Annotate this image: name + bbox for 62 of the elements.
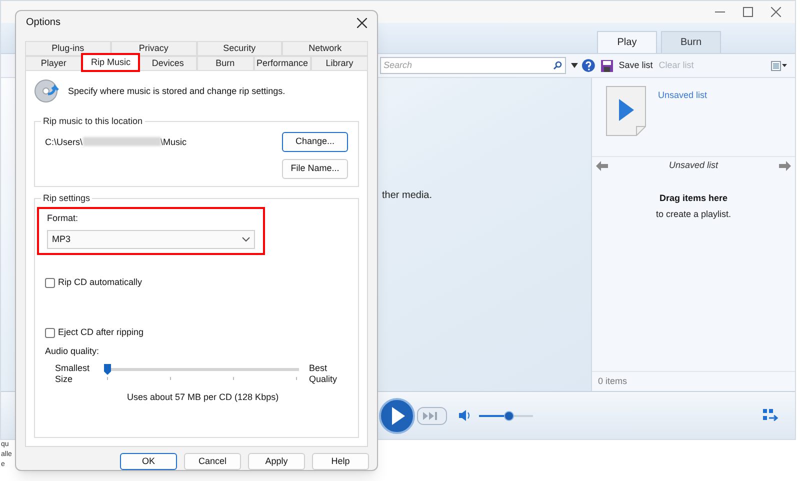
group-title: Rip settings [41, 192, 92, 206]
search-field[interactable]: Search [384, 58, 553, 72]
back-arrow-icon[interactable] [596, 160, 608, 170]
tab[interactable]: Privacy [110, 40, 196, 56]
dialog-button[interactable]: Cancel [184, 453, 241, 470]
close-icon[interactable] [357, 18, 367, 28]
play-button[interactable] [379, 398, 415, 434]
change-button[interactable]: Change... [282, 132, 348, 152]
dialog-button[interactable]: Help [312, 453, 369, 470]
tab[interactable]: Library [310, 56, 368, 71]
slider-max-label: Best Quality [308, 362, 338, 385]
checkbox-label: Rip CD automatically [58, 276, 142, 290]
info-text: ther media. [382, 190, 432, 201]
playlist-title: Unsaved list [668, 158, 720, 172]
quality-reading: Uses about 57 MB per CD (128 Kbps) [127, 390, 280, 404]
checkbox[interactable] [45, 328, 55, 338]
slider-thumb[interactable] [104, 364, 111, 375]
tab[interactable]: Player [25, 56, 82, 71]
playlist-link[interactable]: Unsaved list [658, 89, 708, 102]
disc-icon [34, 78, 60, 105]
save-icon [600, 60, 613, 72]
help-icon[interactable] [582, 59, 595, 72]
quality-slider[interactable] [105, 364, 299, 375]
group-title: Rip music to this location [41, 114, 145, 128]
tab[interactable]: Devices [139, 56, 197, 71]
maximize-icon[interactable] [743, 7, 753, 17]
audio-quality-label: Audio quality: [45, 345, 100, 358]
format-dropdown[interactable]: MP3 [47, 230, 255, 250]
checkbox[interactable] [45, 278, 55, 288]
file-name-button[interactable]: File Name... [282, 158, 348, 179]
dialog-title: Options [26, 16, 60, 30]
tab[interactable]: Rip Music [82, 54, 140, 71]
list-options-icon[interactable] [771, 60, 787, 70]
item-count: 0 items [598, 374, 628, 388]
search-icon[interactable] [552, 61, 562, 70]
path-text: \Music [160, 136, 187, 149]
description-text: Specify where music is stored and change rip settings. [68, 85, 286, 98]
tab[interactable]: Security [196, 40, 282, 56]
tab[interactable]: Burn [196, 56, 254, 71]
path-text: C:\Users\ [45, 136, 83, 149]
tab[interactable]: Performance [254, 56, 311, 71]
hint-text: to create a playlist. [656, 208, 732, 221]
volume-icon[interactable] [459, 410, 471, 421]
checkbox-label: Eject CD after ripping [58, 326, 144, 339]
forward-arrow-icon[interactable] [779, 160, 791, 170]
playlist-icon [606, 86, 646, 136]
switch-view-icon[interactable] [763, 408, 779, 422]
search-box[interactable]: Search [380, 57, 566, 74]
close-icon[interactable] [771, 7, 781, 17]
dialog-button[interactable]: OK [120, 453, 177, 470]
tab[interactable]: Play [597, 31, 657, 53]
tab[interactable]: Burn [661, 31, 721, 53]
tab[interactable]: Plug-ins [25, 40, 111, 56]
caret-icon[interactable] [570, 63, 578, 68]
tab[interactable]: Network [282, 40, 368, 56]
dialog-button[interactable]: Apply [248, 453, 305, 470]
save-list-button[interactable]: Save list [618, 58, 653, 72]
slider-min-label: Smallest Size [55, 362, 91, 385]
hint-title: Drag items here [659, 192, 728, 205]
volume-thumb[interactable] [504, 410, 514, 420]
chevron-down-icon [242, 237, 250, 242]
format-label: Format: [47, 212, 80, 225]
